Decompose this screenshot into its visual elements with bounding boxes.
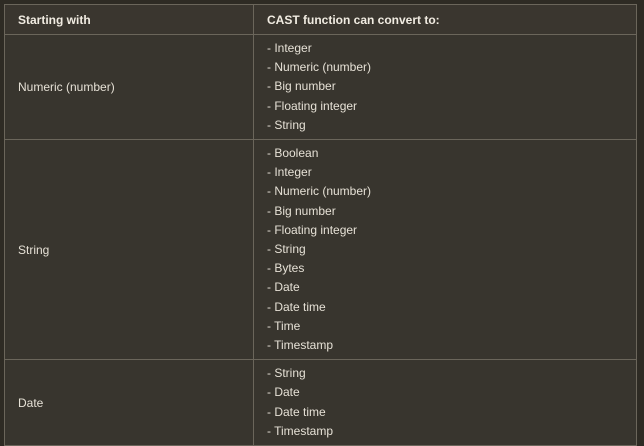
list-item: - Bytes	[267, 261, 305, 276]
to-types-cell: - String - Date - Date time - Timestamp	[253, 359, 637, 446]
to-types-list: - Integer - Numeric (number) - Big numbe…	[267, 39, 636, 135]
list-item: - String	[267, 242, 306, 257]
to-types-list: - Boolean - Integer - Numeric (number) -…	[267, 144, 636, 355]
list-item: - Floating integer	[267, 222, 358, 237]
page: Starting with CAST function can convert …	[0, 0, 644, 446]
list-item: - Date time	[267, 404, 326, 419]
list-item: - Integer	[267, 41, 312, 55]
table-row: Numeric (number) - Integer - Numeric (nu…	[4, 33, 637, 141]
header-starting-with: Starting with	[4, 4, 254, 35]
list-item: - Timestamp	[267, 423, 334, 438]
list-item: - Date	[267, 280, 300, 295]
list-item: - Numeric (number)	[267, 184, 372, 199]
list-item: - Big number	[267, 79, 336, 94]
list-item: - String	[267, 117, 306, 132]
list-item: - String	[267, 366, 306, 381]
to-types-list: - String - Date - Date time - Timestamp	[267, 364, 636, 441]
cast-conversion-table: Starting with CAST function can convert …	[4, 4, 637, 446]
list-item: - Floating integer	[267, 98, 358, 113]
list-item: - Integer	[267, 165, 312, 180]
to-types-cell: - Boolean - Integer - Numeric (number) -…	[253, 139, 637, 361]
list-item: - Timestamp	[267, 338, 334, 353]
list-item: - Numeric (number)	[267, 60, 372, 75]
from-type-cell: Numeric (number)	[4, 33, 254, 141]
list-item: - Big number	[267, 203, 336, 218]
header-cast-to: CAST function can convert to:	[253, 4, 637, 35]
list-item: - Date	[267, 385, 300, 400]
list-item: - Time	[267, 318, 301, 333]
table-row: String - Boolean - Integer - Numeric (nu…	[4, 139, 637, 361]
to-types-cell: - Integer - Numeric (number) - Big numbe…	[253, 33, 637, 141]
list-item: - Boolean	[267, 146, 319, 161]
table-row: Date - String - Date - Date time - Times…	[4, 359, 637, 446]
from-type-cell: Date	[4, 359, 254, 446]
table-header-row: Starting with CAST function can convert …	[4, 4, 637, 35]
from-type-cell: String	[4, 139, 254, 361]
list-item: - Date time	[267, 299, 326, 314]
